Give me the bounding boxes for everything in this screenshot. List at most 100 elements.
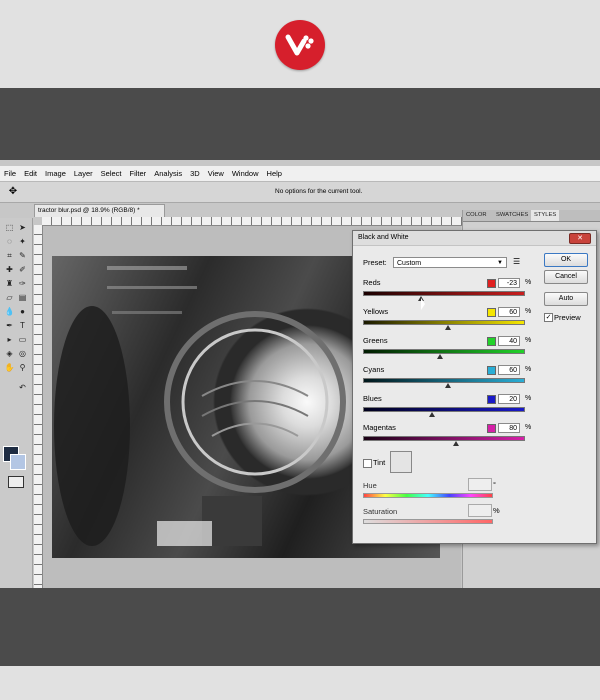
cancel-button[interactable]: Cancel bbox=[544, 270, 588, 284]
path-select-icon[interactable]: ▸ bbox=[4, 334, 15, 345]
hue-unit: ° bbox=[493, 480, 496, 489]
value-field-yellows[interactable]: 60 bbox=[498, 307, 520, 317]
pen-tool-icon[interactable]: ✒ bbox=[4, 320, 15, 331]
magic-wand-icon[interactable]: ✦ bbox=[17, 236, 28, 247]
move-tool-icon[interactable]: ✥ bbox=[4, 185, 22, 199]
auto-button[interactable]: Auto bbox=[544, 292, 588, 306]
panel-tabs: COLOR SWATCHES STYLES bbox=[463, 210, 600, 222]
menu-file[interactable]: File bbox=[0, 166, 20, 181]
saturation-label: Saturation bbox=[363, 507, 398, 516]
slider-label-cyans: Cyans bbox=[363, 365, 385, 374]
dodge-tool-icon[interactable]: ● bbox=[17, 306, 28, 317]
percent-reds: % bbox=[525, 279, 532, 286]
3d-rotate-icon[interactable]: ◈ bbox=[4, 348, 15, 359]
value-field-cyans[interactable]: 60 bbox=[498, 365, 520, 375]
crop-tool-icon[interactable]: ⌗ bbox=[4, 250, 15, 261]
swatch-reds bbox=[487, 279, 496, 288]
swatch-yellows bbox=[487, 308, 496, 317]
tab-styles[interactable]: STYLES bbox=[531, 210, 560, 221]
slider-track-reds[interactable] bbox=[363, 291, 525, 296]
swatch-cyans bbox=[487, 366, 496, 375]
swap-colors-icon[interactable]: ↶ bbox=[17, 382, 28, 393]
swatch-magentas bbox=[487, 424, 496, 433]
menu-edit[interactable]: Edit bbox=[20, 166, 41, 181]
dark-band-top bbox=[0, 88, 600, 160]
options-bar: ✥ No options for the current tool. bbox=[0, 182, 600, 203]
hand-tool-icon[interactable]: ✋ bbox=[4, 362, 15, 373]
percent-magentas: % bbox=[525, 424, 532, 431]
slider-thumb-blues[interactable] bbox=[428, 412, 435, 417]
preset-label: Preset: bbox=[363, 258, 387, 267]
eyedropper-icon[interactable]: ✎ bbox=[17, 250, 28, 261]
top-band bbox=[0, 0, 600, 88]
menu-help[interactable]: Help bbox=[263, 166, 286, 181]
ok-button[interactable]: OK bbox=[544, 253, 588, 267]
tab-swatches[interactable]: SWATCHES bbox=[493, 210, 531, 221]
menu-layer[interactable]: Layer bbox=[70, 166, 97, 181]
value-field-blues[interactable]: 20 bbox=[498, 394, 520, 404]
type-tool-icon[interactable]: T bbox=[17, 320, 28, 331]
brand-logo bbox=[275, 20, 325, 70]
menu-3d[interactable]: 3D bbox=[186, 166, 204, 181]
slider-thumb-cyans[interactable] bbox=[444, 383, 451, 388]
slider-thumb-magentas[interactable] bbox=[452, 441, 459, 446]
slider-label-greens: Greens bbox=[363, 336, 388, 345]
marquee-tool-icon[interactable]: ⬚ bbox=[4, 222, 15, 233]
menu-analysis[interactable]: Analysis bbox=[150, 166, 186, 181]
slider-track-magentas[interactable] bbox=[363, 436, 525, 441]
saturation-unit: % bbox=[493, 506, 500, 515]
photoshop-window: File Edit Image Layer Select Filter Analysis 3D… bbox=[0, 160, 600, 588]
bottom-band bbox=[0, 666, 600, 700]
preset-select[interactable]: Custom ▼ bbox=[393, 257, 507, 268]
preset-value: Custom bbox=[397, 260, 422, 267]
value-field-reds[interactable]: -23 bbox=[498, 278, 520, 288]
black-and-white-dialog: Black and White ✕ Preset: Custom ▼ ☰ Red… bbox=[352, 230, 597, 544]
clone-stamp-icon[interactable]: ♜ bbox=[4, 278, 15, 289]
brush-tool-icon[interactable]: ✐ bbox=[17, 264, 28, 275]
horizontal-ruler bbox=[42, 217, 462, 226]
quick-mask-icon[interactable] bbox=[8, 476, 24, 488]
zoom-tool-icon[interactable]: ⚲ bbox=[17, 362, 28, 373]
eraser-icon[interactable]: ▱ bbox=[4, 292, 15, 303]
value-field-magentas[interactable]: 80 bbox=[498, 423, 520, 433]
menu-window[interactable]: Window bbox=[228, 166, 263, 181]
lasso-tool-icon[interactable]: ◌ bbox=[4, 236, 15, 247]
slider-track-blues[interactable] bbox=[363, 407, 525, 412]
background-color[interactable] bbox=[10, 454, 26, 470]
tint-label: Tint bbox=[373, 458, 386, 467]
tint-color-swatch[interactable] bbox=[390, 451, 412, 473]
menu-image[interactable]: Image bbox=[41, 166, 70, 181]
move-icon[interactable]: ➤ bbox=[17, 222, 28, 233]
hue-slider[interactable] bbox=[363, 493, 493, 498]
slider-label-reds: Reds bbox=[363, 278, 381, 287]
preview-checkbox[interactable]: ✓ bbox=[544, 313, 553, 322]
gradient-icon[interactable]: ▤ bbox=[17, 292, 28, 303]
saturation-slider[interactable] bbox=[363, 519, 493, 524]
chevron-down-icon: ▼ bbox=[497, 260, 503, 266]
healing-brush-icon[interactable]: ✚ bbox=[4, 264, 15, 275]
swatch-blues bbox=[487, 395, 496, 404]
3d-orbit-icon[interactable]: ◎ bbox=[17, 348, 28, 359]
slider-thumb-yellows[interactable] bbox=[444, 325, 451, 330]
preset-options-icon[interactable]: ☰ bbox=[513, 257, 520, 266]
saturation-field[interactable] bbox=[468, 504, 492, 517]
vertical-ruler bbox=[34, 225, 43, 588]
menu-select[interactable]: Select bbox=[97, 166, 126, 181]
document-tab[interactable]: tractor blur.psd @ 18.9% (RGB/8) * bbox=[34, 204, 165, 217]
close-icon[interactable]: ✕ bbox=[569, 233, 591, 244]
tab-color[interactable]: COLOR bbox=[463, 210, 490, 221]
hue-field[interactable] bbox=[468, 478, 492, 491]
blur-tool-icon[interactable]: 💧 bbox=[4, 306, 15, 317]
history-brush-icon[interactable]: ✑ bbox=[17, 278, 28, 289]
slider-label-magentas: Magentas bbox=[363, 423, 396, 432]
slider-track-greens[interactable] bbox=[363, 349, 525, 354]
menu-filter[interactable]: Filter bbox=[126, 166, 151, 181]
menu-bar: File Edit Image Layer Select Filter Analysis 3D… bbox=[0, 166, 600, 182]
value-field-greens[interactable]: 40 bbox=[498, 336, 520, 346]
slider-label-blues: Blues bbox=[363, 394, 382, 403]
dialog-titlebar: Black and White ✕ bbox=[353, 231, 596, 246]
slider-thumb-greens[interactable] bbox=[436, 354, 443, 359]
tint-checkbox[interactable] bbox=[363, 459, 372, 468]
menu-view[interactable]: View bbox=[204, 166, 228, 181]
shape-tool-icon[interactable]: ▭ bbox=[17, 334, 28, 345]
